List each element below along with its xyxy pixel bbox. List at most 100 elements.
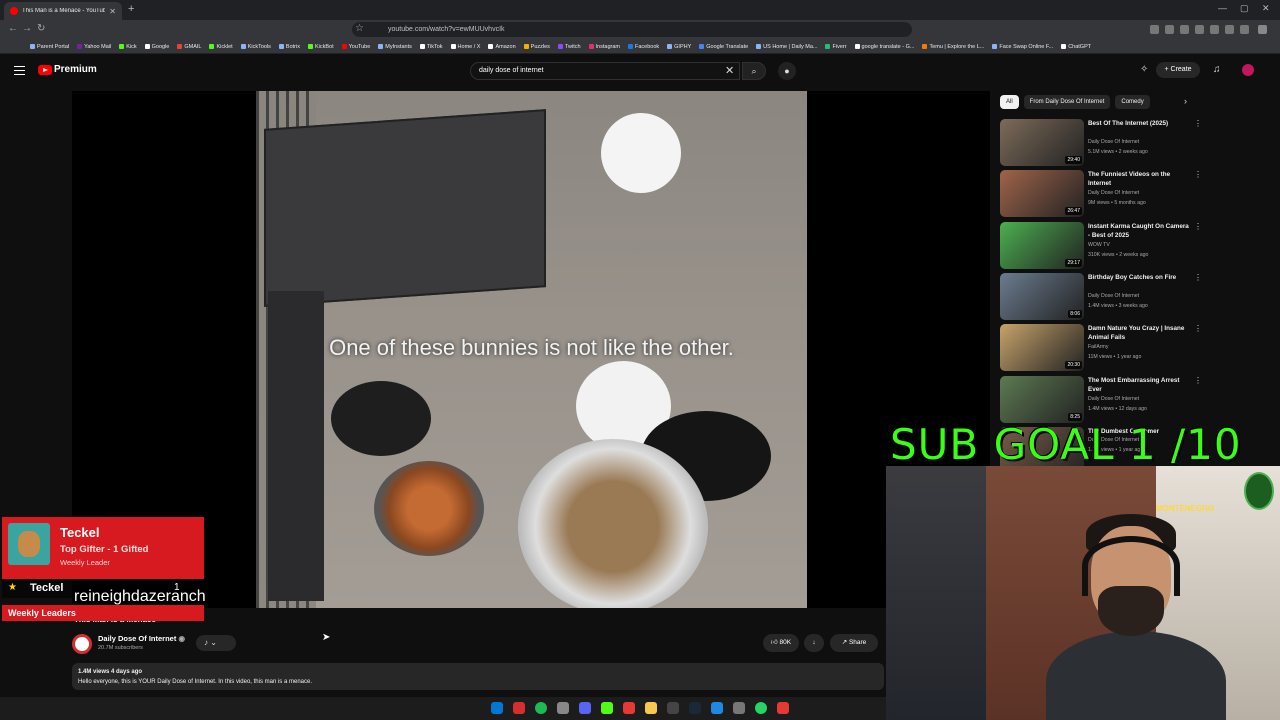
voice-search-button[interactable]: ● (778, 62, 796, 80)
create-button[interactable]: + Create (1156, 62, 1200, 78)
bookmark-item[interactable]: ChatGPT (1061, 44, 1091, 50)
extension-icon[interactable] (1240, 25, 1249, 34)
account-avatar[interactable] (1242, 64, 1254, 76)
bookmark-item[interactable]: KickTools (240, 44, 271, 50)
bookmark-item[interactable]: Kicklet (209, 44, 233, 50)
bookmark-item[interactable]: KickBot (307, 44, 334, 50)
taskbar-app-icon[interactable] (557, 702, 569, 714)
forward-icon[interactable]: → (22, 23, 32, 34)
bookmark-item[interactable]: Google Translate (699, 44, 748, 50)
discord-icon[interactable] (579, 702, 591, 714)
dislike-button[interactable]: ↓ (804, 634, 824, 652)
recommendation-title[interactable]: Birthday Boy Catches on Fire (1088, 273, 1192, 282)
chip-comedy[interactable]: Comedy (1115, 95, 1150, 109)
close-window-icon[interactable]: ✕ (1262, 3, 1270, 14)
recommendation-item[interactable]: 8:25 The Most Embarrassing Arrest Ever Dai… (1000, 375, 1270, 424)
bookmark-item[interactable]: google translate - G... (854, 44, 914, 50)
omnibox[interactable]: youtube.com/watch?v=ewMUUvhvcIk (352, 22, 912, 37)
video-thumbnail[interactable]: 26:47 (1000, 170, 1084, 218)
bookmark-item[interactable]: Google (144, 44, 169, 50)
steam-icon[interactable] (689, 702, 701, 714)
extension-icon[interactable] (1165, 25, 1174, 34)
bookmark-item[interactable]: Amazon (488, 44, 516, 50)
subscribed-bell-button[interactable]: ♪ ⌄ (196, 635, 236, 651)
bookmark-item[interactable]: MyInstants (378, 44, 412, 50)
bookmark-item[interactable]: GIPHY (667, 44, 691, 50)
recommendation-channel[interactable]: Daily Dose Of Internet (1088, 396, 1139, 402)
taskbar-app-icon[interactable] (711, 702, 723, 714)
share-button[interactable]: ↗ Share (830, 634, 878, 652)
recommendation-item[interactable]: 8:06 Birthday Boy Catches on Fire Daily Do… (1000, 272, 1270, 321)
browser-tab-active[interactable]: This Man is a Menace - YouTube ✕ (4, 2, 122, 20)
like-button[interactable]: 👍︎ 80K (763, 634, 799, 652)
recommendation-title[interactable]: The Funniest Videos on the Internet (1088, 170, 1192, 188)
bookmark-item[interactable]: Yahoo Mail (77, 44, 111, 50)
bookmark-item[interactable]: Home / X (450, 44, 480, 50)
recommendation-channel[interactable]: Daily Dose Of Internet (1088, 139, 1139, 145)
whatsapp-icon[interactable] (755, 702, 767, 714)
recommendation-title[interactable]: Best Of The Internet (2025) (1088, 119, 1192, 128)
more-options-icon[interactable]: ⋮ (1194, 273, 1202, 282)
folder-icon[interactable] (645, 702, 657, 714)
maximize-icon[interactable]: ▢ (1240, 3, 1249, 14)
bookmark-item[interactable]: Face Swap Online F... (992, 44, 1053, 50)
bookmark-item[interactable]: GMAIL (177, 44, 201, 50)
more-options-icon[interactable]: ⋮ (1194, 119, 1202, 128)
recommendation-title[interactable]: The Most Embarrassing Arrest Ever (1088, 376, 1192, 394)
chip-all[interactable]: All (1000, 95, 1019, 109)
recommendation-item[interactable]: 20:30 Damn Nature You Crazy | Insane Anim… (1000, 324, 1270, 372)
menu-icon[interactable] (14, 66, 25, 75)
extension-icon[interactable] (1150, 25, 1159, 34)
video-thumbnail[interactable]: 8:06 (1000, 272, 1084, 320)
chevron-right-icon[interactable]: › (1184, 96, 1187, 106)
start-icon[interactable] (491, 702, 503, 714)
bookmark-item[interactable]: Parent Portal (30, 44, 69, 50)
recommendation-item[interactable]: 29:40 Best Of The Internet (2025) Daily Do… (1000, 119, 1270, 167)
browser-menu-icon[interactable] (1258, 25, 1267, 34)
bookmark-item[interactable]: Botrix (278, 44, 300, 50)
more-options-icon[interactable]: ⋮ (1194, 222, 1202, 231)
recommendation-title[interactable]: Instant Karma Caught On Camera - Best of… (1088, 222, 1192, 240)
taskbar-app-icon[interactable] (777, 702, 789, 714)
youtube-brand[interactable]: Premium (54, 64, 97, 75)
description-box[interactable]: 1.4M views 4 days ago Hello everyone, th… (72, 663, 884, 690)
minimize-icon[interactable]: — (1218, 3, 1227, 13)
recommendation-item[interactable]: 26:47 The Funniest Videos on the Internet… (1000, 170, 1270, 218)
back-icon[interactable]: ← (8, 23, 18, 34)
bookmark-item[interactable]: TikTok (419, 44, 443, 50)
recommendation-channel[interactable]: Daily Dose Of Internet (1088, 293, 1139, 299)
channel-avatar[interactable] (72, 634, 92, 654)
extension-icon[interactable] (1210, 25, 1219, 34)
search-button[interactable]: ⌕ (742, 62, 766, 80)
more-options-icon[interactable]: ⋮ (1194, 170, 1202, 179)
bookmark-item[interactable]: Twitch (557, 44, 581, 50)
spotify-icon[interactable] (535, 702, 547, 714)
taskbar-app-icon[interactable] (623, 702, 635, 714)
youtube-logo-icon[interactable] (38, 65, 52, 75)
bookmark-item[interactable]: Facebook (628, 44, 659, 50)
extension-icon[interactable] (1225, 25, 1234, 34)
bookmark-item[interactable]: Kick (119, 44, 137, 50)
bookmark-item[interactable]: US Home | Daily Ma... (756, 44, 817, 50)
extension-icon[interactable] (1180, 25, 1189, 34)
extension-icon[interactable] (1195, 25, 1204, 34)
recommendation-channel[interactable]: FailArmy (1088, 344, 1108, 350)
bookmark-star-icon[interactable]: ☆ (355, 23, 364, 34)
close-tab-icon[interactable]: ✕ (109, 7, 116, 16)
video-thumbnail[interactable]: 20:30 (1000, 324, 1084, 372)
recommendation-title[interactable]: Damn Nature You Crazy | Insane Animal Fa… (1088, 324, 1192, 342)
channel-name[interactable]: Daily Dose Of Internet ◉ (98, 634, 185, 643)
video-thumbnail[interactable]: 29:40 (1000, 119, 1084, 166)
video-thumbnail[interactable]: 8:25 (1000, 375, 1084, 423)
cast-icon[interactable]: ✧ (1140, 64, 1148, 75)
clear-search-icon[interactable]: ✕ (725, 64, 734, 77)
reload-icon[interactable]: ↻ (37, 23, 45, 34)
taskbar-app-icon[interactable] (601, 702, 613, 714)
bookmark-item[interactable]: Temu | Explore the L... (922, 44, 984, 50)
more-options-icon[interactable]: ⋮ (1194, 376, 1202, 385)
bookmark-item[interactable]: YouTube (341, 44, 370, 50)
bookmark-item[interactable]: Instagram (588, 44, 620, 50)
search-input[interactable]: daily dose of internet (470, 62, 740, 80)
settings-icon[interactable] (733, 702, 745, 714)
video-thumbnail[interactable]: 29:17 (1000, 221, 1084, 269)
